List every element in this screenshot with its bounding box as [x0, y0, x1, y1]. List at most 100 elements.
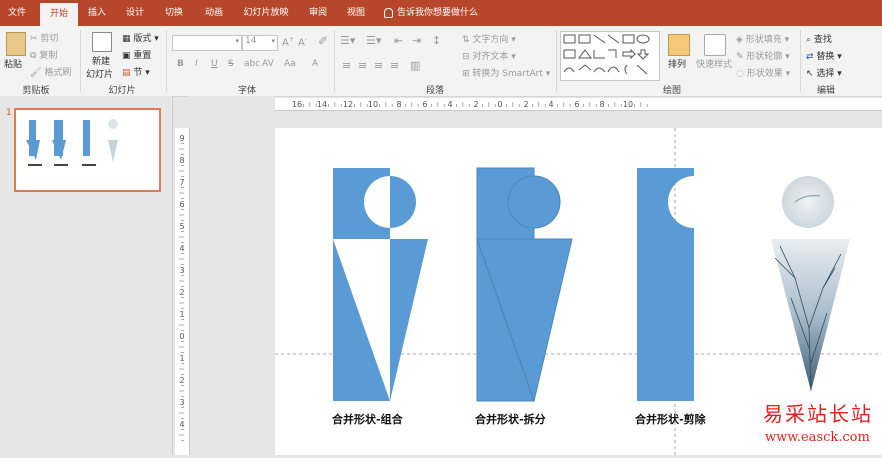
layout-label: 版式: [133, 34, 152, 44]
select-button[interactable]: ↖ 选择 ▾: [806, 66, 842, 79]
font-name-dropdown[interactable]: ▾: [172, 35, 242, 51]
tell-me-text: 告诉我你想要做什么: [397, 8, 479, 18]
tab-animations[interactable]: 动画: [196, 0, 232, 26]
cursor-icon: ↖: [806, 69, 814, 79]
tab-insert[interactable]: 插入: [80, 0, 114, 26]
ruler-tick-label: 4: [179, 244, 184, 253]
quick-styles-icon[interactable]: [704, 34, 726, 56]
paint-bucket-icon: ◈: [736, 35, 743, 45]
align-text-icon: ⊟: [462, 52, 470, 62]
tab-file[interactable]: 文件: [0, 0, 34, 26]
paragraph-group-label: 段落: [425, 86, 444, 96]
section-button[interactable]: ▤ 节 ▾: [122, 65, 150, 78]
copy-button[interactable]: ⧉ 复制: [30, 48, 57, 61]
ruler-tick-label: 10: [623, 100, 633, 109]
line-spacing-icon[interactable]: ↕: [432, 34, 441, 47]
spacing-button[interactable]: AV: [262, 59, 274, 69]
tell-me-box[interactable]: 告诉我你想要做什么: [384, 0, 488, 26]
shape-fill-button[interactable]: ◈ 形状填充 ▾: [736, 32, 789, 45]
grow-font-button[interactable]: A+: [282, 36, 294, 48]
lightbulb-icon: [384, 7, 393, 18]
ruler-tick-label: 2: [523, 100, 528, 109]
shape-fill-label: 形状填充: [745, 35, 782, 45]
bullets-icon[interactable]: ☰▾: [340, 34, 355, 47]
paste-button[interactable]: 粘贴: [4, 57, 22, 70]
increase-indent-icon[interactable]: ⇥: [412, 34, 421, 47]
shape-outline-label: 形状轮廓: [746, 52, 783, 62]
format-painter-label: 格式刷: [44, 68, 72, 78]
justify-icon[interactable]: ≡: [390, 59, 399, 72]
align-right-icon[interactable]: ≡: [374, 59, 383, 72]
separator: [334, 30, 335, 92]
select-label: 选择: [816, 69, 835, 79]
ruler-tick-label: 8: [599, 100, 604, 109]
smartart-icon: ⊞: [462, 69, 470, 79]
italic-button[interactable]: I: [195, 59, 198, 69]
ruler-corner: [189, 96, 275, 110]
shape-outline-button[interactable]: ✎ 形状轮廓 ▾: [736, 49, 790, 62]
shape-effects-button[interactable]: ◌ 形状效果 ▾: [736, 66, 790, 79]
replace-button[interactable]: ⇄ 替换 ▾: [806, 49, 842, 62]
text-direction-label: 文字方向: [472, 35, 509, 45]
slide-thumbnail[interactable]: [14, 108, 161, 192]
shrink-font-button[interactable]: A-: [298, 36, 307, 48]
clear-format-icon[interactable]: ✐: [318, 34, 328, 48]
new-slide-icon[interactable]: [92, 32, 112, 52]
format-painter-button[interactable]: 🖌 格式刷: [30, 65, 71, 78]
new-slide-label-1[interactable]: 新建: [92, 54, 110, 67]
font-size-dropdown[interactable]: 14 ▾: [242, 35, 278, 51]
underline-button[interactable]: U: [211, 59, 218, 69]
shadow-button[interactable]: abc: [244, 59, 260, 69]
new-slide-label-2[interactable]: 幻灯片: [86, 67, 113, 80]
ruler-tick-label: 4: [548, 100, 553, 109]
align-center-icon[interactable]: ≡: [358, 59, 367, 72]
caption-fragment[interactable]: 合并形状-拆分: [475, 411, 546, 427]
text-direction-button[interactable]: ⇅ 文字方向 ▾: [462, 32, 516, 45]
chevron-down-icon: ▾: [235, 37, 239, 45]
slide-canvas[interactable]: 合并形状-组合 合并形状-拆分 合并形状-剪除 易采站长站 www.easck.…: [275, 128, 882, 455]
watermark-title: 易采站长站: [763, 402, 873, 426]
shape-fragment[interactable]: [476, 167, 573, 403]
tab-slideshow[interactable]: 幻灯片放映: [238, 0, 294, 26]
ruler-tick-label: 9: [179, 134, 184, 143]
smartart-label: 转换为 SmartArt: [472, 69, 543, 79]
arrange-icon[interactable]: [668, 34, 690, 56]
align-text-label: 对齐文本: [472, 52, 509, 62]
caption-union[interactable]: 合并形状-组合: [332, 411, 403, 427]
horizontal-ruler-ticks: 16 14 12 10 8 6 4 2 0 2 4 6 8 10: [292, 100, 648, 109]
ruler-tick-label: 4: [447, 100, 452, 109]
numbering-icon[interactable]: ☰▾: [366, 34, 381, 47]
tab-review[interactable]: 审阅: [302, 0, 334, 26]
ruler-tick-label: 12: [343, 100, 353, 109]
align-left-icon[interactable]: ≡: [342, 59, 351, 72]
quick-styles-button[interactable]: 快速样式: [696, 57, 732, 70]
font-color-button[interactable]: A: [312, 59, 318, 69]
tab-design[interactable]: 设计: [118, 0, 152, 26]
change-case-button[interactable]: Aa: [284, 59, 296, 69]
shape-union[interactable]: [333, 168, 428, 401]
bold-button[interactable]: B: [177, 59, 184, 69]
tab-transitions[interactable]: 切换: [156, 0, 192, 26]
arrange-button[interactable]: 排列: [668, 57, 686, 70]
ruler-tick-label: 0: [497, 100, 502, 109]
ruler-tick-label: 6: [179, 200, 184, 209]
shape-picture-fill[interactable]: [771, 176, 850, 392]
smartart-button[interactable]: ⊞ 转换为 SmartArt ▾: [462, 66, 550, 79]
shapes-gallery[interactable]: [560, 31, 660, 81]
separator: [166, 30, 167, 92]
reset-label: 重置: [133, 51, 152, 61]
reset-button[interactable]: ▣ 重置: [122, 48, 151, 61]
tab-home[interactable]: 开始: [40, 3, 78, 26]
strikethrough-button[interactable]: S: [228, 59, 234, 69]
cut-button[interactable]: ✂ 剪切: [30, 31, 58, 44]
layout-button[interactable]: ▦ 版式 ▾: [122, 31, 159, 44]
columns-icon[interactable]: ▥: [410, 59, 420, 72]
decrease-indent-icon[interactable]: ⇤: [394, 34, 403, 47]
caption-subtract[interactable]: 合并形状-剪除: [635, 411, 706, 427]
find-button[interactable]: ⌕ 查找: [806, 32, 832, 45]
align-text-button[interactable]: ⊟ 对齐文本 ▾: [462, 49, 516, 62]
tab-view[interactable]: 视图: [340, 0, 372, 26]
paste-icon[interactable]: [6, 32, 26, 56]
effects-icon: ◌: [736, 69, 744, 79]
shape-subtract[interactable]: [637, 168, 694, 401]
